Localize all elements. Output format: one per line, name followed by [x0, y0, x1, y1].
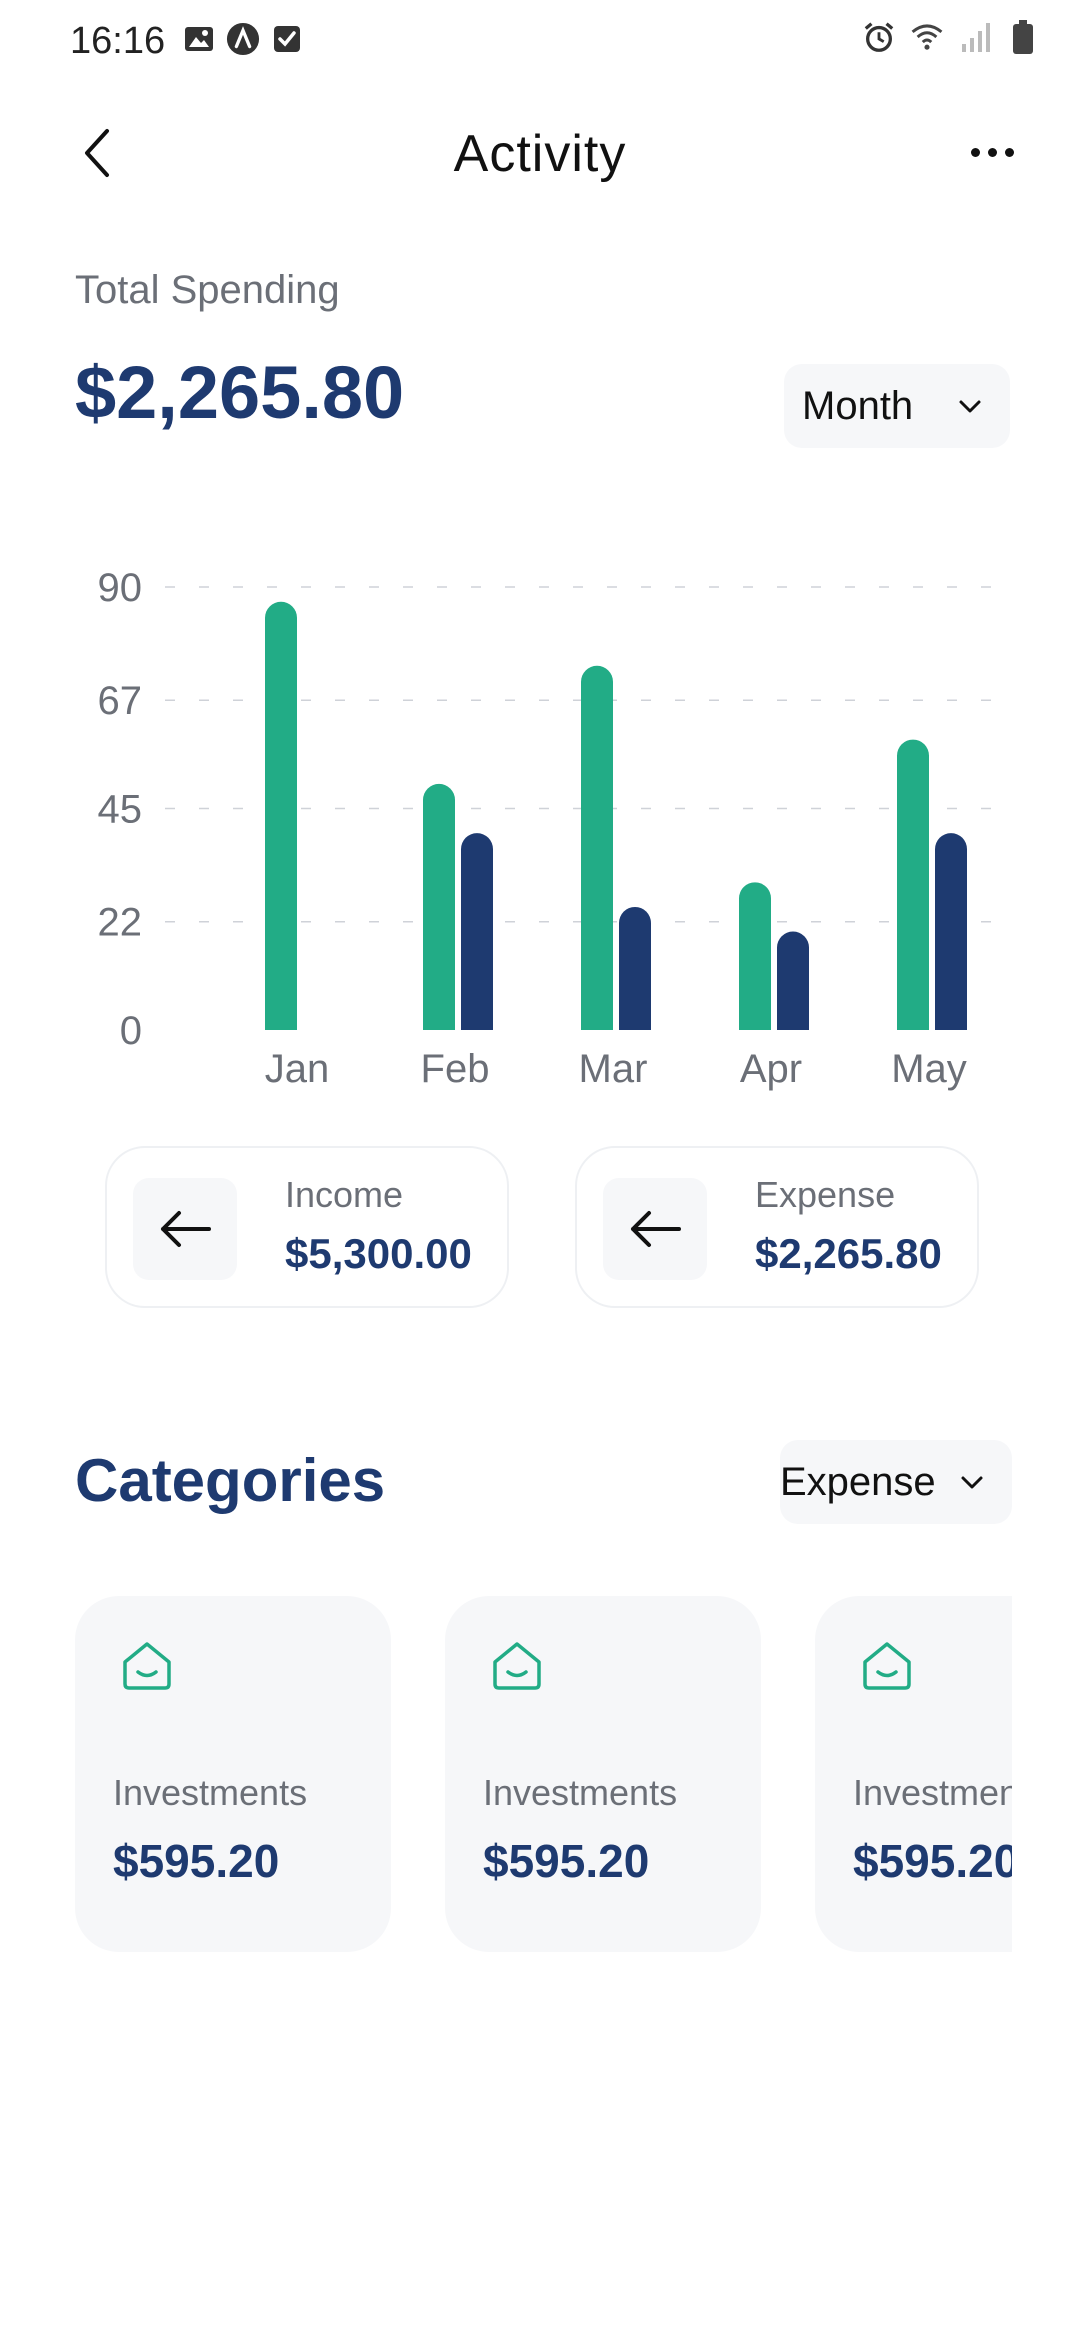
bar-feb-series-2	[461, 833, 493, 1030]
period-dropdown-value: Month	[802, 383, 914, 428]
status-bar: 16:16	[0, 0, 1080, 84]
total-spending-label: Total Spending	[75, 268, 340, 312]
category-name: Investments	[113, 1772, 308, 1813]
income-label: Income	[285, 1174, 404, 1215]
bar-feb-series-1	[423, 783, 455, 1030]
y-tick-label: 67	[98, 679, 143, 723]
bar-apr-series-2	[777, 931, 809, 1030]
y-tick-label: 45	[98, 788, 143, 832]
signal-icon	[958, 20, 992, 54]
income-card[interactable]: Income $5,300.00	[105, 1146, 509, 1308]
x-tick-label: Mar	[579, 1047, 648, 1091]
expense-value: $2,265.80	[755, 1230, 942, 1277]
expense-label: Expense	[755, 1174, 896, 1215]
image-icon	[182, 22, 216, 56]
categories-title: Categories	[75, 1447, 386, 1514]
app-badge-icon	[226, 22, 260, 56]
status-right-icons	[862, 20, 1040, 54]
category-amount: $595.20	[853, 1835, 1012, 1887]
category-name: Investments	[483, 1772, 678, 1813]
page-title: Activity	[453, 125, 627, 183]
category-card[interactable]: Investments $595.20	[75, 1596, 391, 1952]
chevron-down-icon	[959, 400, 981, 413]
battery-icon	[1006, 20, 1040, 54]
spending-bar-chart: 90 67 45 22 0 Jan Feb Mar Apr May	[98, 566, 1000, 1091]
category-card[interactable]: Investments $595.20	[815, 1596, 1012, 1952]
alarm-icon	[862, 20, 896, 54]
categories-carousel[interactable]: Investments $595.20 Investments $595.20 …	[75, 1596, 1012, 1952]
bar-may-series-2	[935, 833, 967, 1030]
arrow-left-icon	[161, 1211, 211, 1247]
x-tick-label: Jan	[265, 1047, 330, 1091]
y-tick-label: 22	[98, 901, 143, 945]
category-card[interactable]: Investments $595.20	[445, 1596, 761, 1952]
total-spending-amount: $2,265.80	[75, 351, 405, 434]
expense-icon-box	[603, 1178, 707, 1280]
x-tick-label: Feb	[421, 1047, 490, 1091]
app-header: Activity	[0, 100, 1080, 210]
home-icon	[863, 1642, 911, 1690]
expense-card[interactable]: Expense $2,265.80	[575, 1146, 979, 1308]
category-filter-value: Expense	[780, 1459, 936, 1504]
checkbox-icon	[270, 22, 304, 56]
status-time: 16:16	[70, 20, 166, 62]
x-tick-label: May	[891, 1047, 967, 1091]
home-icon	[493, 1642, 541, 1690]
x-tick-label: Apr	[740, 1047, 802, 1091]
arrow-left-icon	[631, 1211, 681, 1247]
chevron-down-icon	[961, 1476, 983, 1489]
category-amount: $595.20	[113, 1835, 280, 1887]
y-tick-label: 0	[120, 1009, 142, 1053]
more-options-button[interactable]	[952, 122, 1032, 182]
more-horizontal-icon	[970, 147, 980, 157]
income-icon-box	[133, 1178, 237, 1280]
bar-may-series-1	[897, 739, 929, 1030]
category-amount: $595.20	[483, 1835, 650, 1887]
income-value: $5,300.00	[285, 1230, 472, 1277]
bar-jan-series-1	[265, 601, 297, 1030]
period-dropdown[interactable]: Month	[784, 364, 1010, 448]
category-filter-dropdown[interactable]: Expense	[780, 1440, 1012, 1524]
bar-apr-series-1	[739, 882, 771, 1030]
bar-mar-series-1	[581, 665, 613, 1030]
status-left-icons	[182, 22, 304, 56]
category-name: Investments	[853, 1772, 1012, 1813]
home-icon	[123, 1642, 171, 1690]
y-tick-label: 90	[98, 566, 143, 610]
bar-mar-series-2	[619, 906, 651, 1030]
wifi-icon	[910, 20, 944, 54]
